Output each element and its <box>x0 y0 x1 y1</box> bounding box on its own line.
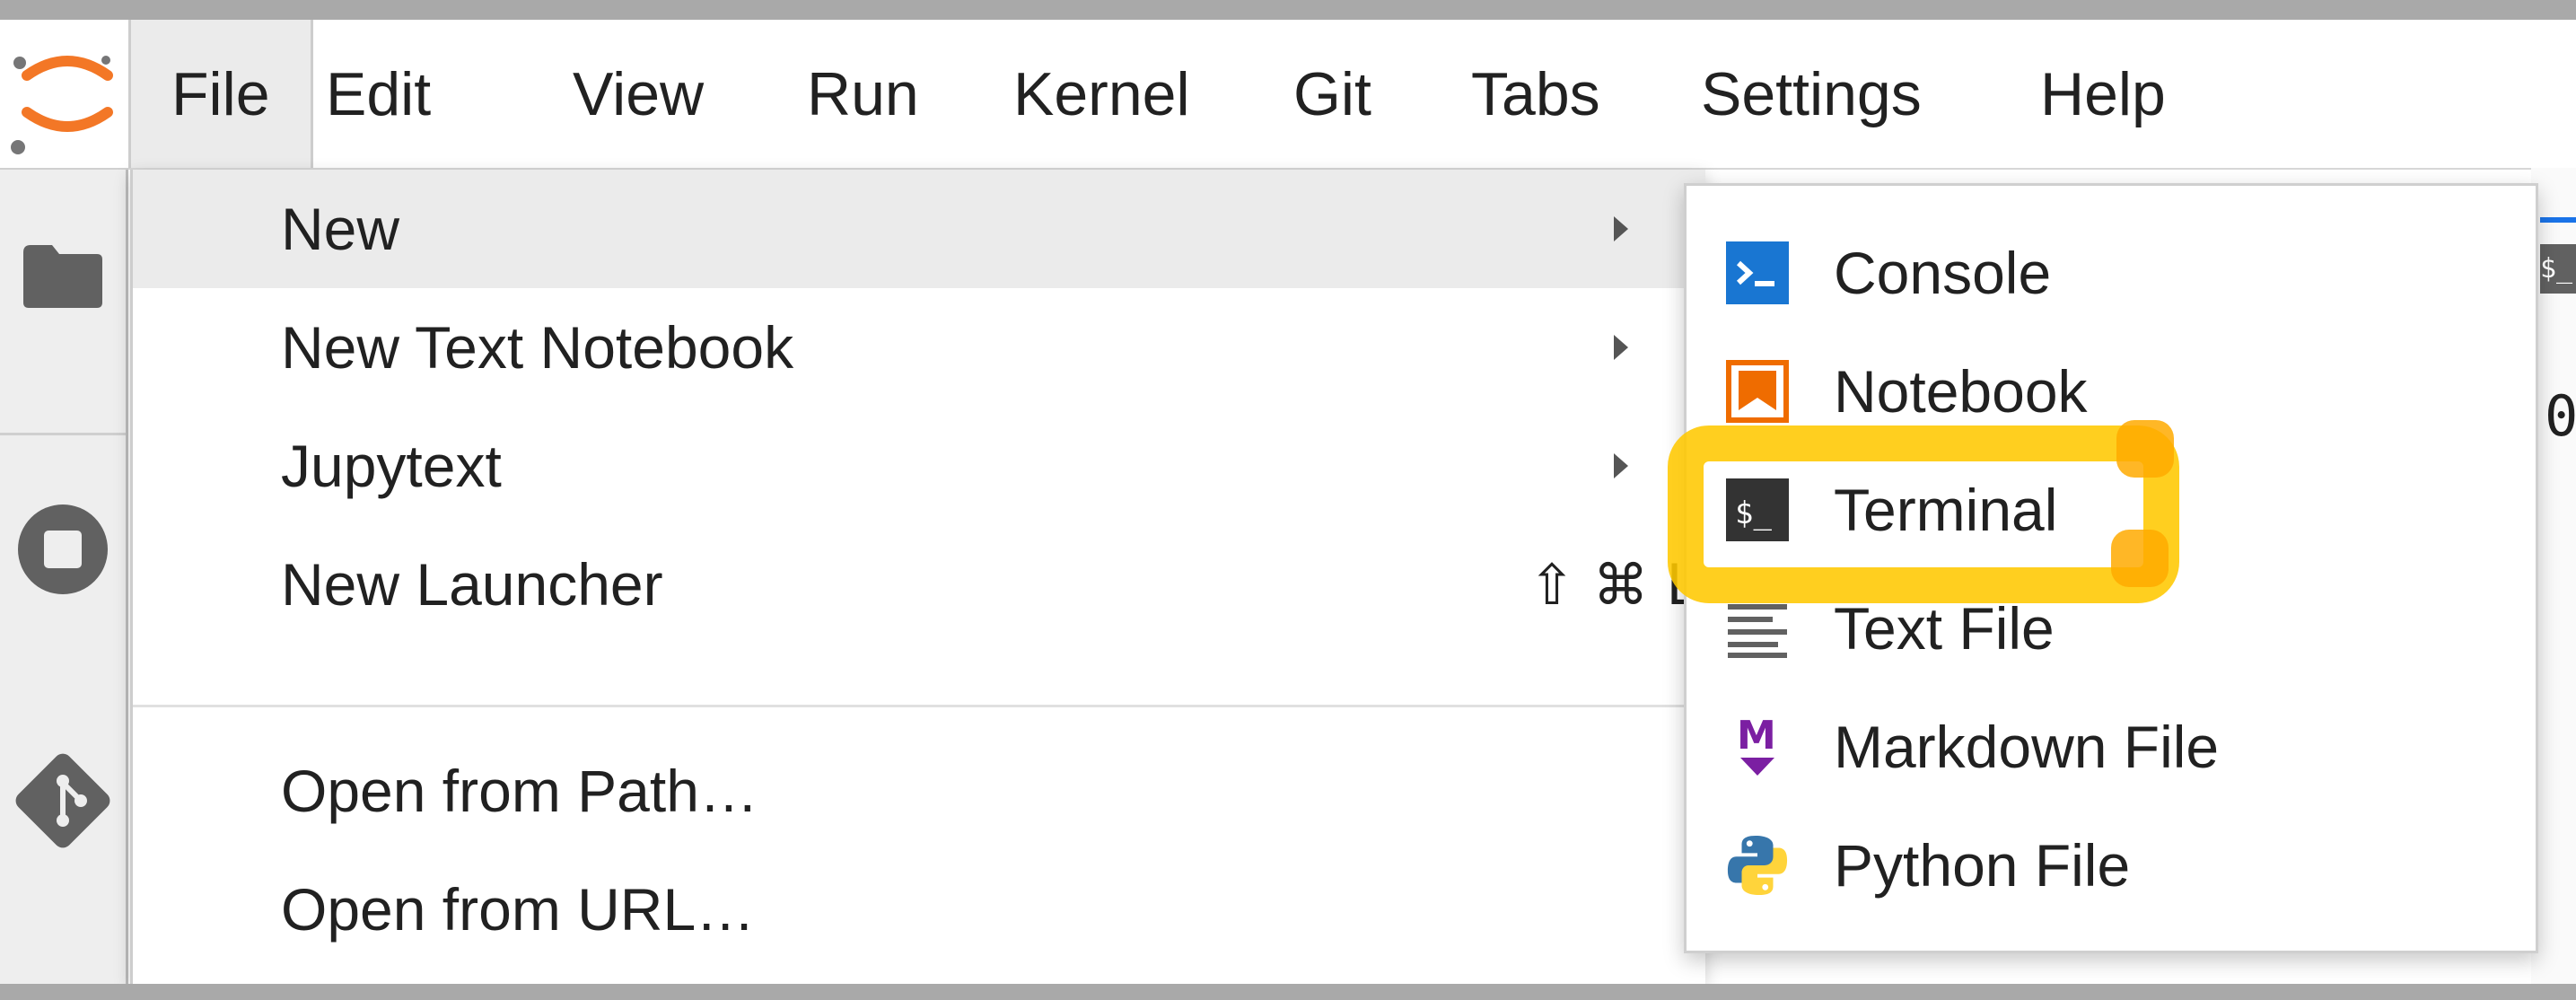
menu-kernel[interactable]: Kernel <box>1013 20 1190 168</box>
file-menu-item-label: New <box>281 196 400 262</box>
terminal-tab-icon[interactable]: $_ <box>2540 244 2576 294</box>
file-menu-item-label: Jupytext <box>281 433 502 499</box>
running-icon[interactable] <box>0 487 126 612</box>
submenu-arrow-icon <box>1614 453 1628 478</box>
file-menu-item-open-from-url[interactable]: Open from URL… <box>133 850 1705 969</box>
menu-tabs-label: Tabs <box>1471 59 1600 128</box>
menu-tabs[interactable]: Tabs <box>1471 20 1600 168</box>
submenu-item-text-file[interactable]: Text File <box>1687 569 2536 688</box>
menu-run[interactable]: Run <box>807 20 919 168</box>
file-menu-item-label: Open from Path… <box>281 758 758 824</box>
menu-view-label: View <box>573 59 705 128</box>
file-menu-item-new[interactable]: New <box>133 170 1705 288</box>
markdown-icon: M <box>1726 713 1789 778</box>
highlight-corner-marker <box>2116 420 2174 478</box>
submenu-item-markdown-file[interactable]: M Markdown File <box>1687 688 2536 806</box>
text-file-icon <box>1726 597 1789 660</box>
jupyter-logo-icon <box>11 56 113 154</box>
menu-settings[interactable]: Settings <box>1701 20 1922 168</box>
file-menu-item-label: New Launcher <box>281 551 663 618</box>
menu-edit[interactable]: Edit <box>326 20 431 168</box>
jupyterlab-window: File Edit View Run Kernel Git Tabs Setti… <box>0 20 2576 984</box>
python-icon <box>1726 834 1789 897</box>
folder-icon[interactable] <box>0 226 126 325</box>
sidebar-divider <box>0 433 126 435</box>
terminal-output-text: 0 <box>2545 383 2576 449</box>
menu-edit-label: Edit <box>326 59 432 128</box>
submenu-item-label: Text File <box>1834 595 2055 662</box>
notebook-icon <box>1726 360 1789 423</box>
left-sidebar <box>0 20 130 984</box>
submenu-item-label: Python File <box>1834 832 2131 899</box>
terminal-icon: $_ <box>1726 478 1789 541</box>
file-menu-item-label: New Text Notebook <box>281 314 794 381</box>
menu-git[interactable]: Git <box>1293 20 1371 168</box>
menu-help-label: Help <box>2040 59 2166 128</box>
main-menubar: File Edit View Run Kernel Git Tabs Setti… <box>128 20 2576 170</box>
file-menu-item-new-launcher[interactable]: New Launcher ⇧ ⌘ L <box>133 525 1705 644</box>
menu-help[interactable]: Help <box>2040 20 2166 168</box>
file-menu-item-label: Open from URL… <box>281 876 756 943</box>
menu-run-label: Run <box>807 59 919 128</box>
file-menu-item-jupytext[interactable]: Jupytext <box>133 407 1705 525</box>
menu-view[interactable]: View <box>573 20 704 168</box>
jupyter-logo[interactable] <box>0 20 130 170</box>
submenu-item-console[interactable]: Console <box>1687 214 2536 332</box>
menu-kernel-label: Kernel <box>1013 59 1190 128</box>
submenu-item-python-file[interactable]: Python File <box>1687 806 2536 925</box>
file-menu-item-open-from-path[interactable]: Open from Path… <box>133 732 1705 850</box>
submenu-item-label: Console <box>1834 240 2052 306</box>
file-menu-item-new-text-notebook[interactable]: New Text Notebook <box>133 288 1705 407</box>
active-tab-indicator <box>2540 217 2576 223</box>
menu-file[interactable]: File <box>128 20 313 168</box>
highlight-corner-marker <box>2111 530 2169 587</box>
svg-text:M: M <box>1737 713 1776 759</box>
submenu-item-notebook[interactable]: Notebook <box>1687 332 2536 451</box>
git-icon[interactable] <box>0 738 126 864</box>
submenu-arrow-icon <box>1614 216 1628 241</box>
keyboard-shortcut: ⇧ ⌘ L <box>1529 551 1697 618</box>
submenu-item-label: Notebook <box>1834 358 2088 425</box>
submenu-item-label: Terminal <box>1834 477 2058 543</box>
submenu-item-label: Markdown File <box>1834 714 2220 780</box>
menu-file-label: File <box>171 59 270 128</box>
svg-text:$_: $_ <box>1735 496 1772 531</box>
menu-settings-label: Settings <box>1701 59 1922 128</box>
menu-separator <box>133 705 1705 707</box>
menu-git-label: Git <box>1293 59 1371 128</box>
console-icon <box>1726 241 1789 304</box>
file-menu-dropdown: New New Text Notebook Jupytext New Launc… <box>130 170 1705 984</box>
submenu-arrow-icon <box>1614 335 1628 360</box>
